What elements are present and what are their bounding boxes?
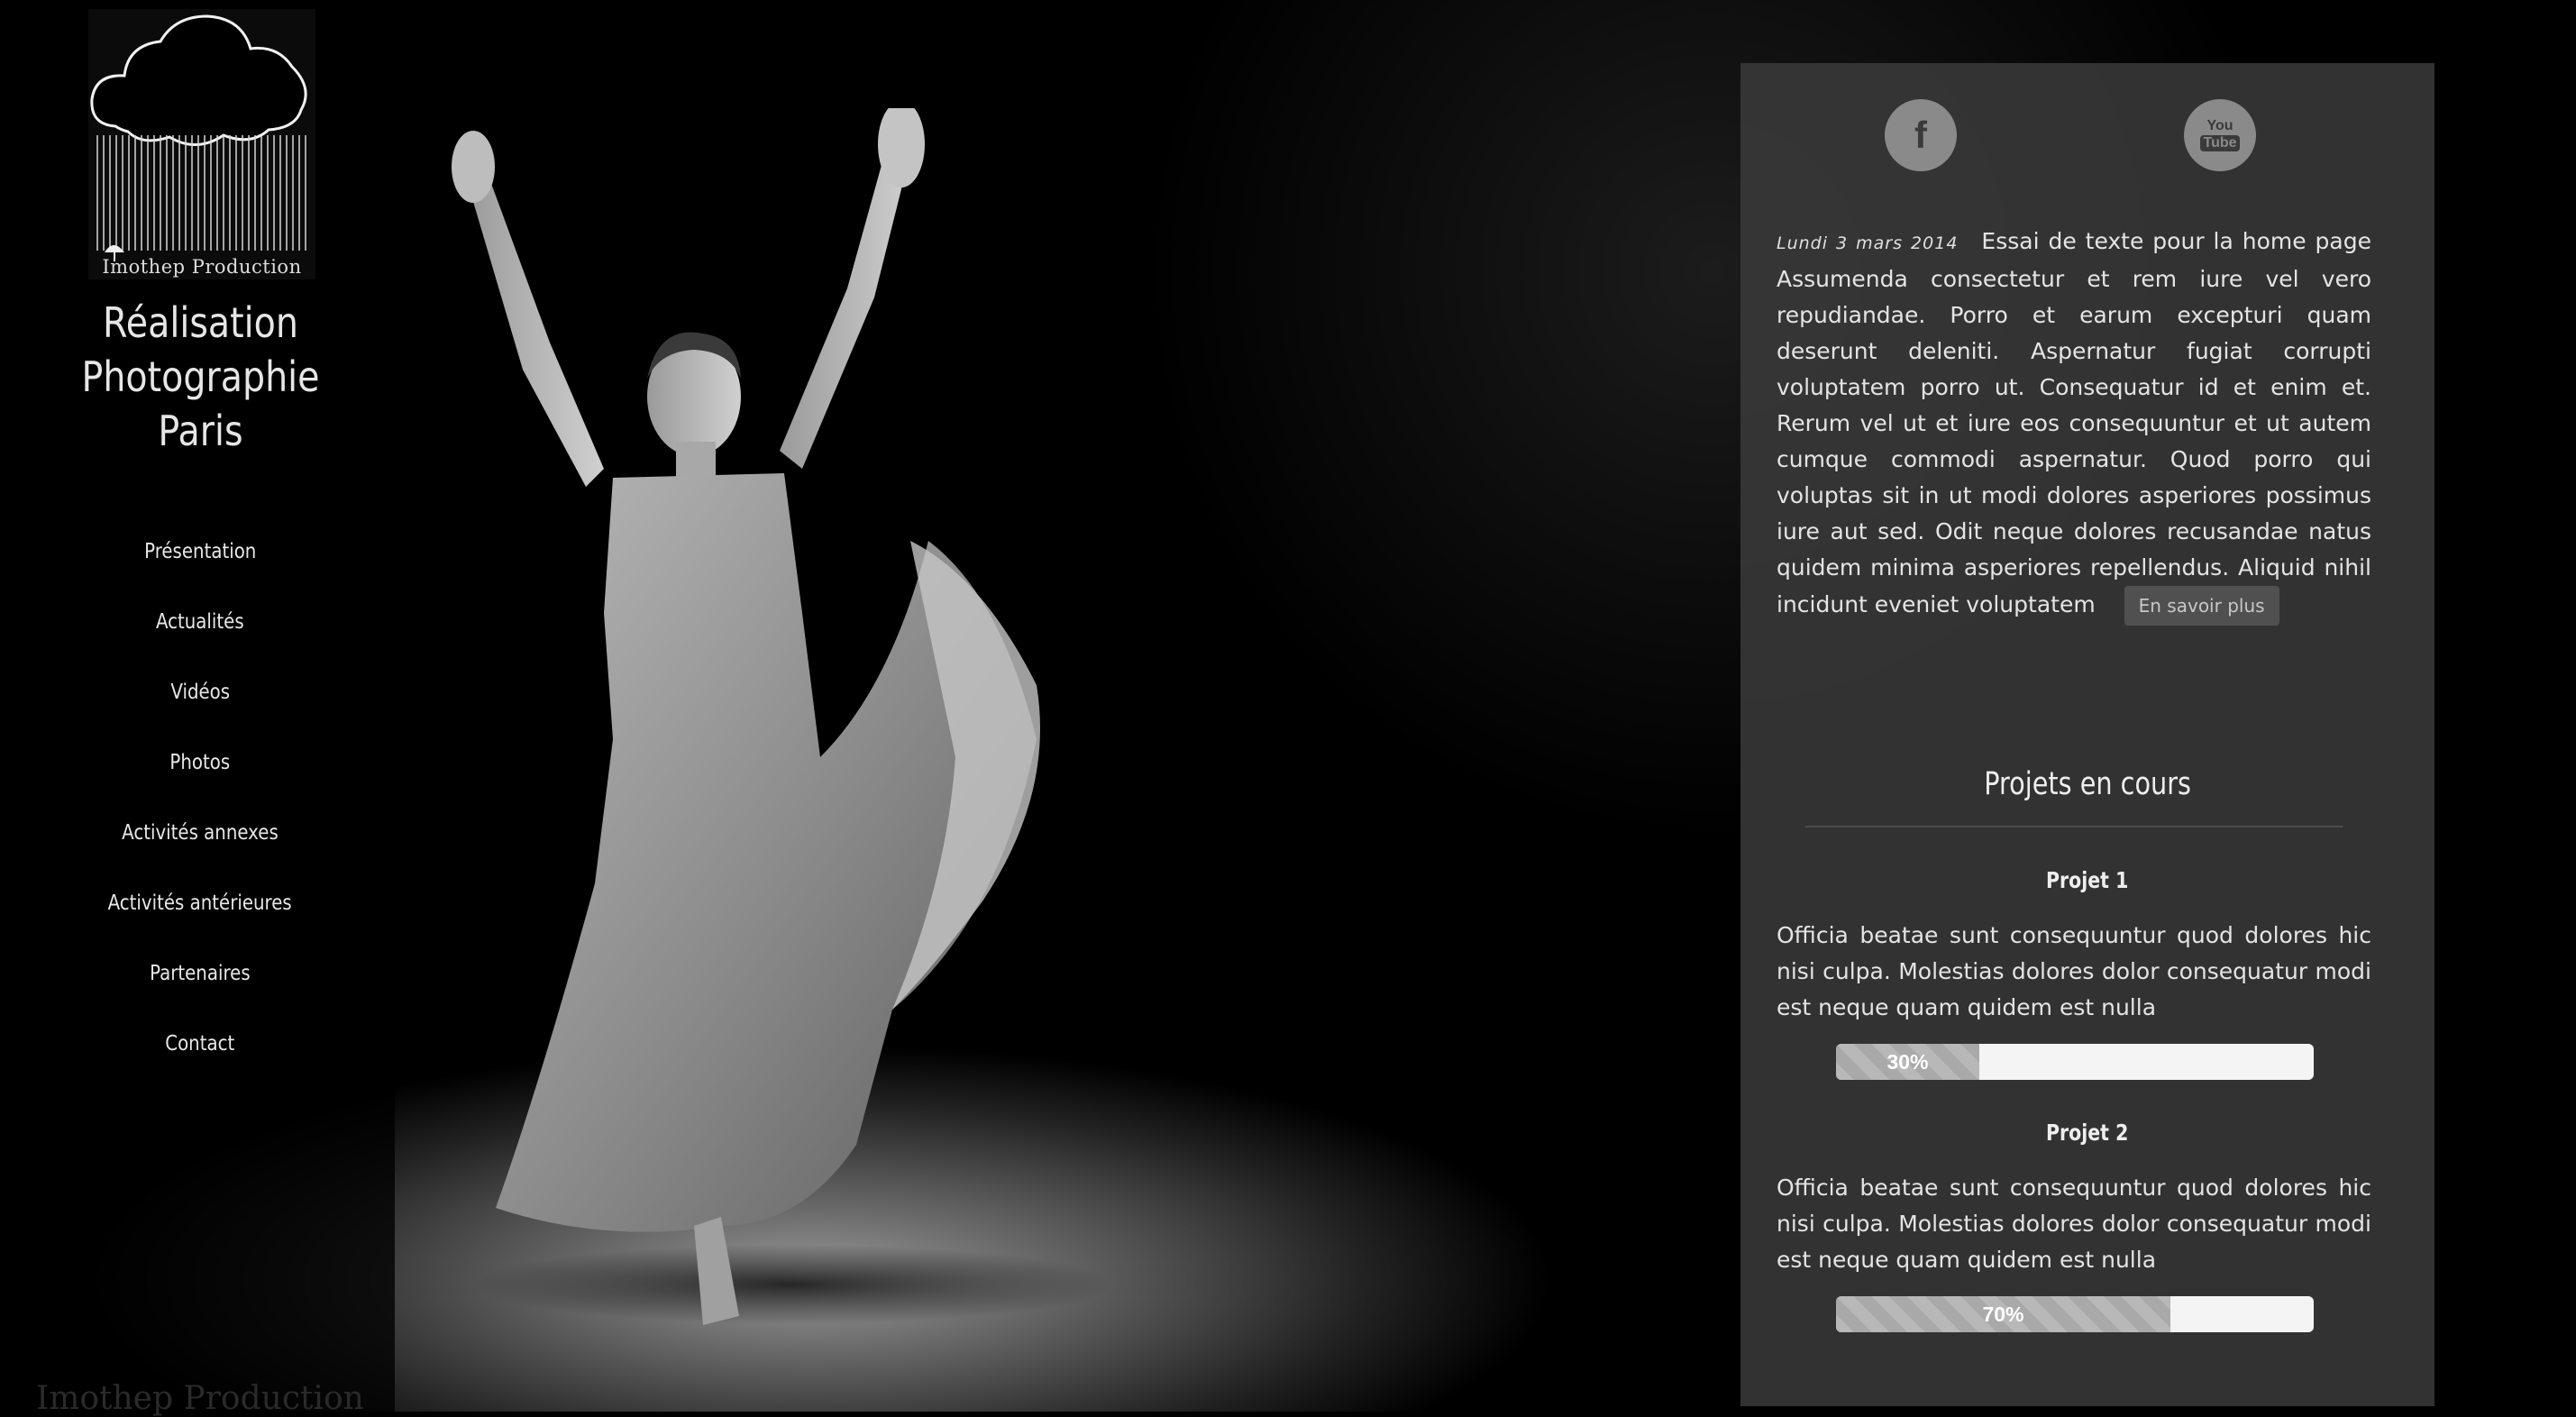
project-name: Projet 1 — [1740, 867, 2434, 893]
project-name-text: Projet 2 — [2046, 1120, 2129, 1146]
progress-label: 30% — [1886, 1049, 1929, 1074]
menu-item-videos[interactable]: Vidéos — [0, 665, 400, 736]
logo-caption: Imothep Production — [102, 256, 302, 278]
project-progress-bar: 30% — [1836, 1044, 2314, 1080]
facebook-button[interactable]: f — [1885, 99, 1957, 171]
projects-heading-text: Projets en cours — [1984, 766, 2191, 802]
menu-item-label: Photos — [169, 751, 231, 774]
site-title-line: Photographie — [81, 352, 320, 401]
article-title: Essai de texte pour la home page — [1981, 228, 2371, 254]
project-name-text: Projet 1 — [2046, 867, 2129, 893]
site-title: Réalisation Photographie Paris — [59, 296, 343, 458]
menu-item-contact[interactable]: Contact — [0, 1017, 400, 1087]
menu-item-label: Actualités — [156, 610, 244, 634]
project-name: Projet 2 — [1740, 1120, 2434, 1146]
menu-item-activites-anterieures[interactable]: Activités antérieures — [0, 876, 400, 946]
menu-item-photos[interactable]: Photos — [0, 736, 400, 806]
menu-item-label: Vidéos — [170, 681, 230, 704]
site-title-line: Paris — [158, 407, 243, 455]
sidebar: Imothep Production Réalisation Photograp… — [0, 0, 395, 1417]
menu-item-label: Activités annexes — [122, 821, 279, 845]
read-more-button[interactable]: En savoir plus — [2124, 586, 2279, 626]
project-description: Officia beatae sunt consequuntur quod do… — [1777, 1175, 2371, 1273]
projects-heading: Projets en cours — [1740, 766, 2434, 802]
youtube-icon: You Tube — [2200, 118, 2240, 151]
divider — [1805, 826, 2343, 827]
cloud-icon — [90, 14, 307, 261]
project-progress-bar: 70% — [1836, 1296, 2314, 1332]
facebook-icon: f — [1914, 114, 1927, 156]
youtube-button[interactable]: You Tube — [2184, 99, 2256, 171]
menu-item-label: Activités antérieures — [107, 891, 293, 915]
progress-fill: 30% — [1836, 1044, 1979, 1080]
progress-fill: 70% — [1836, 1296, 2170, 1332]
menu-item-label: Contact — [165, 1032, 235, 1056]
main-menu: Présentation Actualités Vidéos Photos Ac… — [0, 525, 400, 1087]
article-date: Lundi 3 mars 2014 — [1777, 233, 1959, 253]
youtube-icon-text: Tube — [2200, 135, 2240, 151]
menu-item-label: Présentation — [143, 540, 257, 563]
content-panel: f You Tube Lundi 3 mars 2014 Essai de tex… — [1740, 63, 2434, 1406]
menu-item-partenaires[interactable]: Partenaires — [0, 946, 400, 1017]
news-article: Lundi 3 mars 2014 Essai de texte pour la … — [1777, 224, 2371, 626]
site-title-line: Réalisation — [103, 298, 298, 347]
youtube-icon-text: You — [2206, 118, 2233, 133]
progress-label: 70% — [1982, 1302, 2024, 1326]
site-logo[interactable]: Imothep Production — [88, 9, 315, 279]
article-body: Assumenda consectetur et rem iure vel ve… — [1777, 266, 2371, 617]
menu-item-actualites[interactable]: Actualités — [0, 595, 400, 665]
project-description: Officia beatae sunt consequuntur quod do… — [1777, 922, 2371, 1020]
menu-item-label: Partenaires — [150, 962, 251, 985]
menu-item-presentation[interactable]: Présentation — [0, 525, 400, 595]
menu-item-activites-annexes[interactable]: Activités annexes — [0, 806, 400, 876]
dancer-figure — [452, 108, 1040, 1325]
